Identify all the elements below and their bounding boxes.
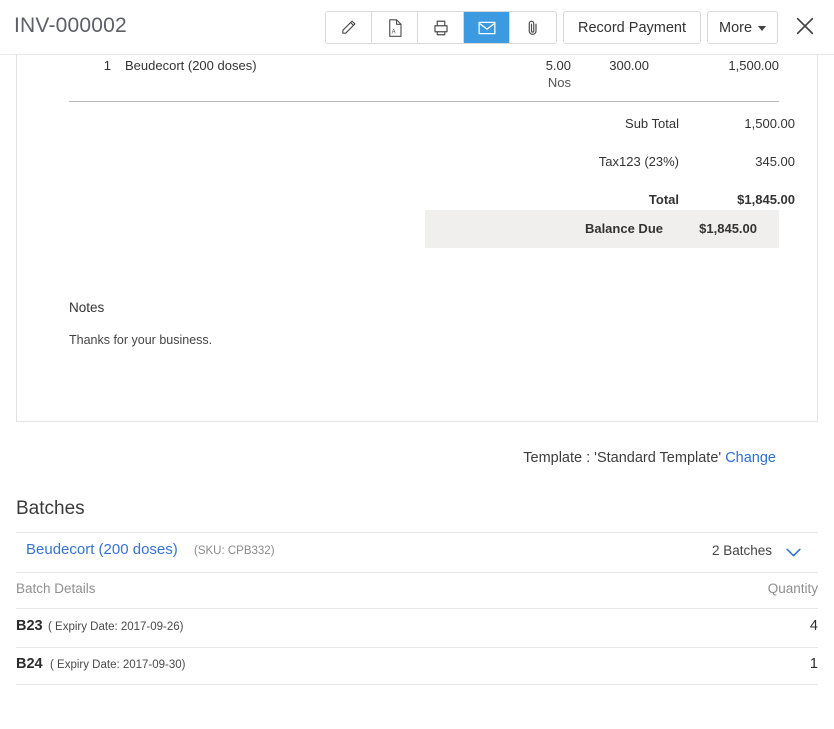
template-label: Template : 'Standard Template' xyxy=(523,450,721,466)
print-icon xyxy=(432,19,450,37)
subtotal-row: Sub Total 1,500.00 xyxy=(17,107,819,145)
line-item-rate: 300.00 xyxy=(583,58,649,73)
line-item-sno: 1 xyxy=(85,58,111,73)
batch-row-divider-2 xyxy=(16,684,818,685)
notes-text: Thanks for your business. xyxy=(69,333,212,347)
notes-section: Notes Thanks for your business. xyxy=(69,300,212,347)
page-title: INV-000002 xyxy=(14,14,127,38)
total-label: Total xyxy=(649,192,679,207)
quantity-column-header: Quantity xyxy=(768,581,818,596)
batch-quantity: 1 xyxy=(810,656,818,672)
pdf-icon: A xyxy=(387,19,403,37)
svg-text:A: A xyxy=(391,29,395,35)
change-template-link[interactable]: Change xyxy=(725,450,776,466)
print-button[interactable] xyxy=(418,12,464,43)
invoice-totals: Sub Total 1,500.00 Tax123 (23%) 345.00 T… xyxy=(17,107,819,221)
batches-divider-top xyxy=(16,532,818,533)
batch-code: B23 xyxy=(16,618,43,634)
email-button[interactable] xyxy=(464,12,510,43)
batch-count-label[interactable]: 2 Batches xyxy=(712,543,772,558)
batch-product-row: Beudecort (200 doses) (SKU: CPB332) 2 Ba… xyxy=(16,541,818,567)
line-items-divider xyxy=(69,101,779,102)
balance-due-label: Balance Due xyxy=(585,221,663,236)
batch-product-link[interactable]: Beudecort (200 doses) xyxy=(26,541,178,558)
subtotal-label: Sub Total xyxy=(625,116,679,131)
header-divider-tick xyxy=(0,54,12,55)
invoice-toolbar-header: INV-000002 A xyxy=(0,0,834,55)
email-icon xyxy=(478,21,496,35)
batch-details-column-header: Batch Details xyxy=(16,581,96,596)
line-item-amount: 1,500.00 xyxy=(689,58,779,73)
template-selector: Template : 'Standard Template' Change xyxy=(523,450,776,466)
batch-header-divider xyxy=(16,608,818,609)
icon-button-group: A xyxy=(325,11,557,44)
edit-button[interactable] xyxy=(326,12,372,43)
batch-quantity: 4 xyxy=(810,618,818,634)
balance-due-value: $1,845.00 xyxy=(679,221,779,236)
chevron-down-icon xyxy=(785,545,802,562)
more-label: More xyxy=(719,20,752,36)
subtotal-value: 1,500.00 xyxy=(744,116,795,131)
close-icon xyxy=(794,15,816,42)
batch-expiry: ( Expiry Date: 2017-09-30) xyxy=(50,659,186,671)
chevron-down-icon xyxy=(758,26,766,31)
edit-icon xyxy=(340,19,357,36)
line-item-description: Beudecort (200 doses) xyxy=(125,58,257,73)
line-item-unit: Nos xyxy=(477,75,571,90)
notes-title: Notes xyxy=(69,300,212,315)
batches-section-title: Batches xyxy=(16,498,85,520)
record-payment-button[interactable]: Record Payment xyxy=(563,11,701,44)
batch-expiry: ( Expiry Date: 2017-09-26) xyxy=(48,621,184,633)
line-item-quantity: 5.00 xyxy=(477,58,571,73)
more-button[interactable]: More xyxy=(707,11,778,44)
attachment-button[interactable] xyxy=(510,12,556,43)
table-row: B23 ( Expiry Date: 2017-09-26) 4 xyxy=(16,618,818,648)
batch-product-divider xyxy=(16,572,818,573)
invoice-preview-card: 1 Beudecort (200 doses) 5.00 Nos 300.00 … xyxy=(16,55,818,422)
tax-label: Tax123 (23%) xyxy=(599,154,679,169)
batch-row-divider-1 xyxy=(16,647,818,648)
batch-product-sku: (SKU: CPB332) xyxy=(194,545,275,557)
action-toolbar: A xyxy=(325,11,778,44)
batch-collapse-toggle[interactable] xyxy=(785,545,802,563)
attachment-icon xyxy=(525,19,541,37)
invoice-line-item-row: 1 Beudecort (200 doses) 5.00 Nos 300.00 … xyxy=(17,58,819,98)
balance-due-row: Balance Due $1,845.00 xyxy=(425,210,779,248)
pdf-button[interactable]: A xyxy=(372,12,418,43)
close-button[interactable] xyxy=(790,13,820,43)
batch-code: B24 xyxy=(16,656,43,672)
table-row: B24 ( Expiry Date: 2017-09-30) 1 xyxy=(16,656,818,686)
tax-row: Tax123 (23%) 345.00 xyxy=(17,145,819,183)
total-value: $1,845.00 xyxy=(737,192,795,207)
tax-value: 345.00 xyxy=(755,154,795,169)
